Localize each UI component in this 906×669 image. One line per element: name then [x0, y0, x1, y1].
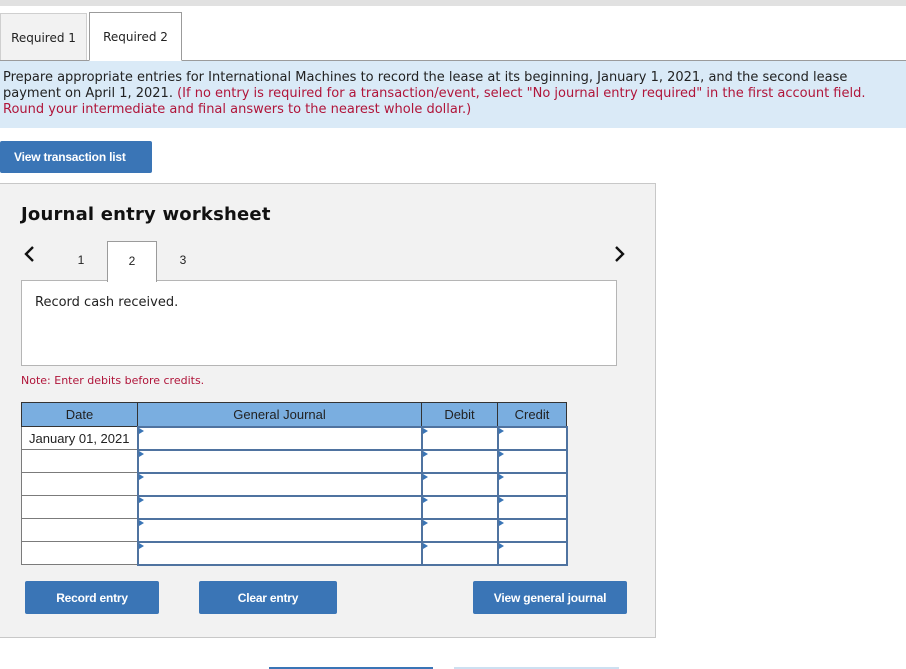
date-cell[interactable]: [21, 495, 138, 519]
credit-field[interactable]: [498, 542, 566, 564]
credit-input[interactable]: [496, 471, 568, 497]
debit-input[interactable]: [420, 540, 499, 566]
table-row: [21, 517, 568, 543]
column-header-date: Date: [21, 402, 138, 427]
debit-input[interactable]: [420, 448, 499, 474]
transaction-description-box: Record cash received.: [21, 280, 617, 366]
instructions-panel: Prepare appropriate entries for Internat…: [0, 61, 906, 128]
account-input[interactable]: [136, 471, 423, 497]
chevron-right-icon[interactable]: [611, 244, 627, 264]
credit-field[interactable]: [498, 496, 566, 518]
view-general-journal-button[interactable]: View general journal: [473, 581, 627, 614]
credit-field[interactable]: [498, 450, 566, 472]
page-tab-3[interactable]: 3: [158, 241, 208, 281]
debit-field[interactable]: [422, 450, 497, 472]
table-row: [21, 471, 568, 497]
credit-field[interactable]: [498, 473, 566, 495]
account-input[interactable]: [136, 540, 423, 566]
account-field[interactable]: [138, 519, 421, 541]
top-bar: [0, 0, 906, 6]
page-tab-2[interactable]: 2: [107, 241, 157, 282]
credit-input[interactable]: [496, 494, 568, 520]
page-tab-1[interactable]: 1: [56, 241, 106, 281]
table-row: January 01, 2021: [21, 425, 568, 451]
debit-field[interactable]: [422, 519, 497, 541]
column-header-debit: Debit: [421, 402, 498, 427]
date-cell[interactable]: [21, 449, 138, 473]
credit-field[interactable]: [498, 519, 566, 541]
debit-input[interactable]: [420, 517, 499, 543]
column-header-general-journal: General Journal: [137, 402, 422, 427]
credit-field[interactable]: [498, 427, 566, 449]
view-transaction-list-button[interactable]: View transaction list: [0, 141, 152, 173]
date-cell[interactable]: [21, 472, 138, 496]
clear-entry-button[interactable]: Clear entry: [199, 581, 337, 614]
column-header-credit: Credit: [497, 402, 567, 427]
debit-field[interactable]: [422, 542, 497, 564]
table-row: [21, 448, 568, 474]
table-row: [21, 494, 568, 520]
transaction-description: Record cash received.: [35, 295, 179, 310]
requirement-tabs: Required 1 Required 2: [0, 12, 906, 61]
account-field[interactable]: [138, 542, 421, 564]
table-row: [21, 540, 568, 566]
chevron-left-icon[interactable]: [22, 244, 38, 264]
account-field[interactable]: [138, 496, 421, 518]
date-cell[interactable]: [21, 518, 138, 542]
debit-field[interactable]: [422, 496, 497, 518]
date-cell[interactable]: January 01, 2021: [21, 426, 138, 450]
account-input[interactable]: [136, 517, 423, 543]
date-cell[interactable]: [21, 541, 138, 565]
account-field[interactable]: [138, 473, 421, 495]
journal-entry-worksheet: Journal entry worksheet 1 2 3 Record cas…: [0, 183, 656, 638]
debit-field[interactable]: [422, 427, 497, 449]
debit-input[interactable]: [420, 494, 499, 520]
account-input[interactable]: [136, 448, 423, 474]
account-field[interactable]: [138, 450, 421, 472]
record-entry-button[interactable]: Record entry: [25, 581, 159, 614]
account-input[interactable]: [136, 494, 423, 520]
worksheet-title: Journal entry worksheet: [21, 204, 271, 225]
debit-input[interactable]: [420, 471, 499, 497]
account-input[interactable]: [136, 425, 423, 451]
journal-table: Date General Journal Debit Credit Januar…: [21, 402, 568, 566]
debits-credits-note: Note: Enter debits before credits.: [21, 374, 205, 387]
debit-input[interactable]: [420, 425, 499, 451]
credit-input[interactable]: [496, 540, 568, 566]
account-field[interactable]: [138, 427, 421, 449]
credit-input[interactable]: [496, 517, 568, 543]
tab-required-2[interactable]: Required 2: [89, 12, 182, 61]
tab-required-1[interactable]: Required 1: [0, 13, 87, 61]
credit-input[interactable]: [496, 448, 568, 474]
debit-field[interactable]: [422, 473, 497, 495]
credit-input[interactable]: [496, 425, 568, 451]
